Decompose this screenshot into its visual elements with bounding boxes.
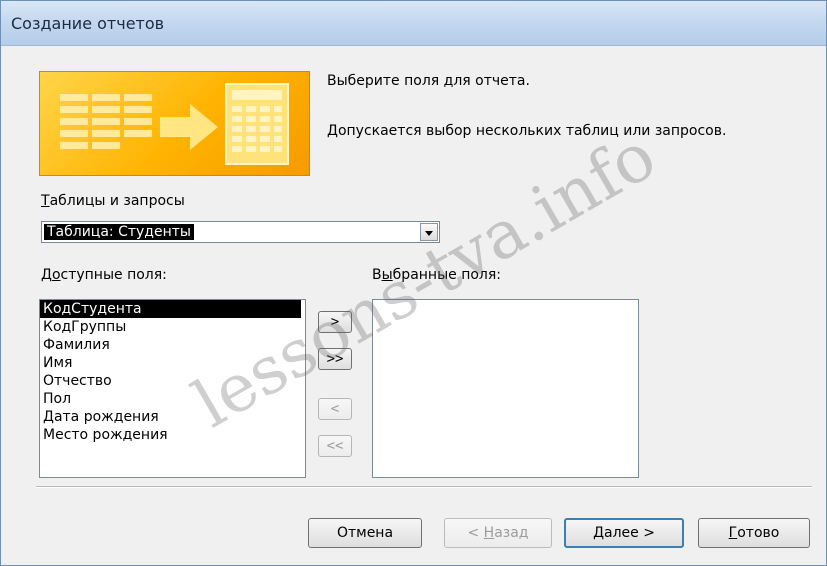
available-label-hotkey: о xyxy=(51,267,61,283)
source-label: Таблицы и запросы xyxy=(41,193,185,209)
wizard-content: Выберите поля для отчета. Допускается вы… xyxy=(1,46,826,565)
add-field-button[interactable]: > xyxy=(318,311,352,333)
selected-label-pre: В xyxy=(372,267,382,283)
wizard-banner-image xyxy=(39,71,310,176)
list-item[interactable]: Пол xyxy=(40,390,305,408)
intro-line-2: Допускается выбор нескольких таблиц или … xyxy=(327,123,727,139)
selected-label-text: бранные поля: xyxy=(392,267,502,283)
tables-queries-combobox[interactable]: Таблица: Студенты xyxy=(41,221,440,243)
selected-label-hotkey: ы xyxy=(381,267,393,283)
chevron-down-icon[interactable] xyxy=(420,223,438,241)
finish-button-hotkey: Г xyxy=(728,525,738,541)
available-label-pre: Д xyxy=(41,267,52,283)
available-fields-listbox[interactable]: КодСтудента КодГруппы Фамилия Имя Отчест… xyxy=(39,299,306,478)
add-all-fields-button[interactable]: >> xyxy=(318,348,352,370)
source-label-hotkey: Т xyxy=(41,193,50,209)
list-item[interactable]: Место рождения xyxy=(40,426,305,444)
next-button-label: алее > xyxy=(604,525,655,541)
list-item[interactable]: КодГруппы xyxy=(40,318,305,336)
source-label-text: аблицы и запросы xyxy=(49,193,185,209)
list-item[interactable]: Фамилия xyxy=(40,336,305,354)
cancel-button[interactable]: Отмена xyxy=(308,518,422,548)
list-item[interactable]: Отчество xyxy=(40,372,305,390)
finish-button[interactable]: Готово xyxy=(698,518,810,548)
selected-fields-listbox[interactable] xyxy=(372,299,639,478)
back-button[interactable]: < Назад xyxy=(444,518,552,548)
list-item[interactable]: Дата рождения xyxy=(40,408,305,426)
available-label-text: ступные поля: xyxy=(60,267,167,283)
selected-fields-label: Выбранные поля: xyxy=(372,267,501,283)
next-button[interactable]: Далее > xyxy=(564,518,684,548)
remove-all-fields-button[interactable]: << xyxy=(318,435,352,457)
next-button-hotkey: Д xyxy=(593,525,604,541)
title-bar[interactable]: Создание отчетов xyxy=(1,1,826,46)
back-button-label: азад xyxy=(494,525,529,541)
finish-button-label: отово xyxy=(737,525,780,541)
back-button-prefix: < xyxy=(467,525,484,541)
back-button-hotkey: Н xyxy=(483,525,495,541)
wizard-illustration-icon xyxy=(60,83,289,165)
intro-line-1: Выберите поля для отчета. xyxy=(327,73,530,89)
available-fields-label: Доступные поля: xyxy=(41,267,167,283)
window-title: Создание отчетов xyxy=(11,14,165,33)
remove-field-button[interactable]: < xyxy=(318,398,352,420)
list-item[interactable]: КодСтудента xyxy=(40,300,301,318)
footer-divider xyxy=(36,486,812,488)
list-item[interactable]: Имя xyxy=(40,354,305,372)
report-wizard-window: Создание отчетов Выберите поля для отчет… xyxy=(0,0,827,566)
combobox-selected-value: Таблица: Студенты xyxy=(44,224,194,240)
